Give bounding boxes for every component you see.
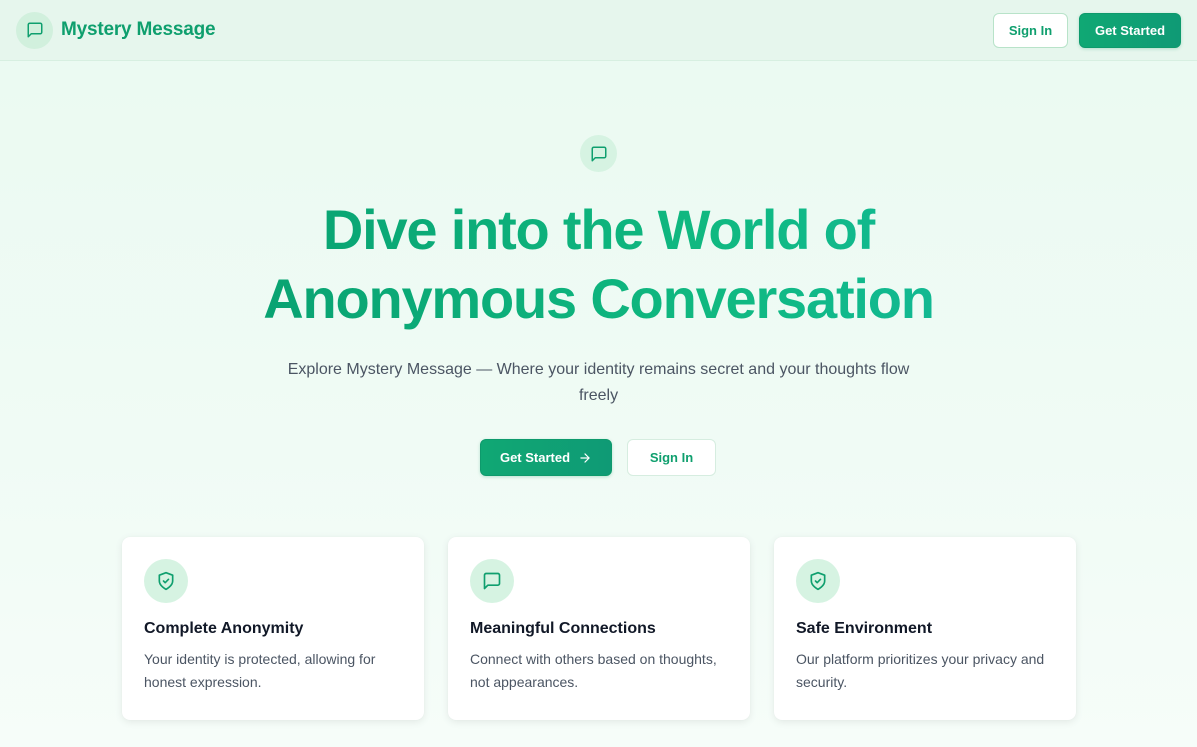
hero-subtitle: Explore Mystery Message — Where your ide…	[287, 361, 910, 404]
feature-card-anonymity: Complete Anonymity Your identity is prot…	[122, 537, 424, 720]
message-square-icon	[580, 135, 617, 172]
feature-title: Safe Environment	[796, 620, 933, 637]
hero-title-line-2: Anonymous Conversation	[263, 267, 934, 330]
feature-text: Connect with others based on thoughts, n…	[470, 651, 717, 690]
message-square-icon	[16, 11, 53, 49]
hero-get-started-button[interactable]: Get Started	[480, 439, 612, 476]
shield-check-icon	[796, 559, 840, 603]
hero-get-started-label: Get Started	[499, 450, 571, 465]
feature-text: Our platform prioritizes your privacy an…	[796, 651, 1045, 690]
shield-check-icon	[144, 559, 188, 603]
feature-title: Meaningful Connections	[470, 620, 656, 637]
message-square-icon	[470, 559, 514, 603]
top-nav: Mystery Message Sign In Get Started	[0, 0, 1197, 61]
nav-get-started-button[interactable]: Get Started	[1079, 12, 1181, 48]
feature-text: Your identity is protected, allowing for…	[144, 651, 376, 690]
feature-card-safety: Safe Environment Our platform prioritize…	[774, 537, 1076, 720]
brand[interactable]: Mystery Message	[16, 11, 216, 49]
arrow-right-icon	[578, 451, 592, 465]
hero-actions: Get Started Sign In	[480, 439, 716, 476]
nav-actions: Sign In Get Started	[993, 12, 1181, 48]
brand-name: Mystery Message	[61, 19, 216, 40]
hero-title: Dive into the World of Anonymous Convers…	[0, 195, 1197, 333]
feature-title: Complete Anonymity	[144, 620, 304, 637]
hero-sign-in-button[interactable]: Sign In	[627, 439, 716, 476]
feature-card-connections: Meaningful Connections Connect with othe…	[448, 537, 750, 720]
nav-sign-in-button[interactable]: Sign In	[993, 12, 1068, 48]
hero-title-line-1: Dive into the World of	[322, 198, 875, 261]
